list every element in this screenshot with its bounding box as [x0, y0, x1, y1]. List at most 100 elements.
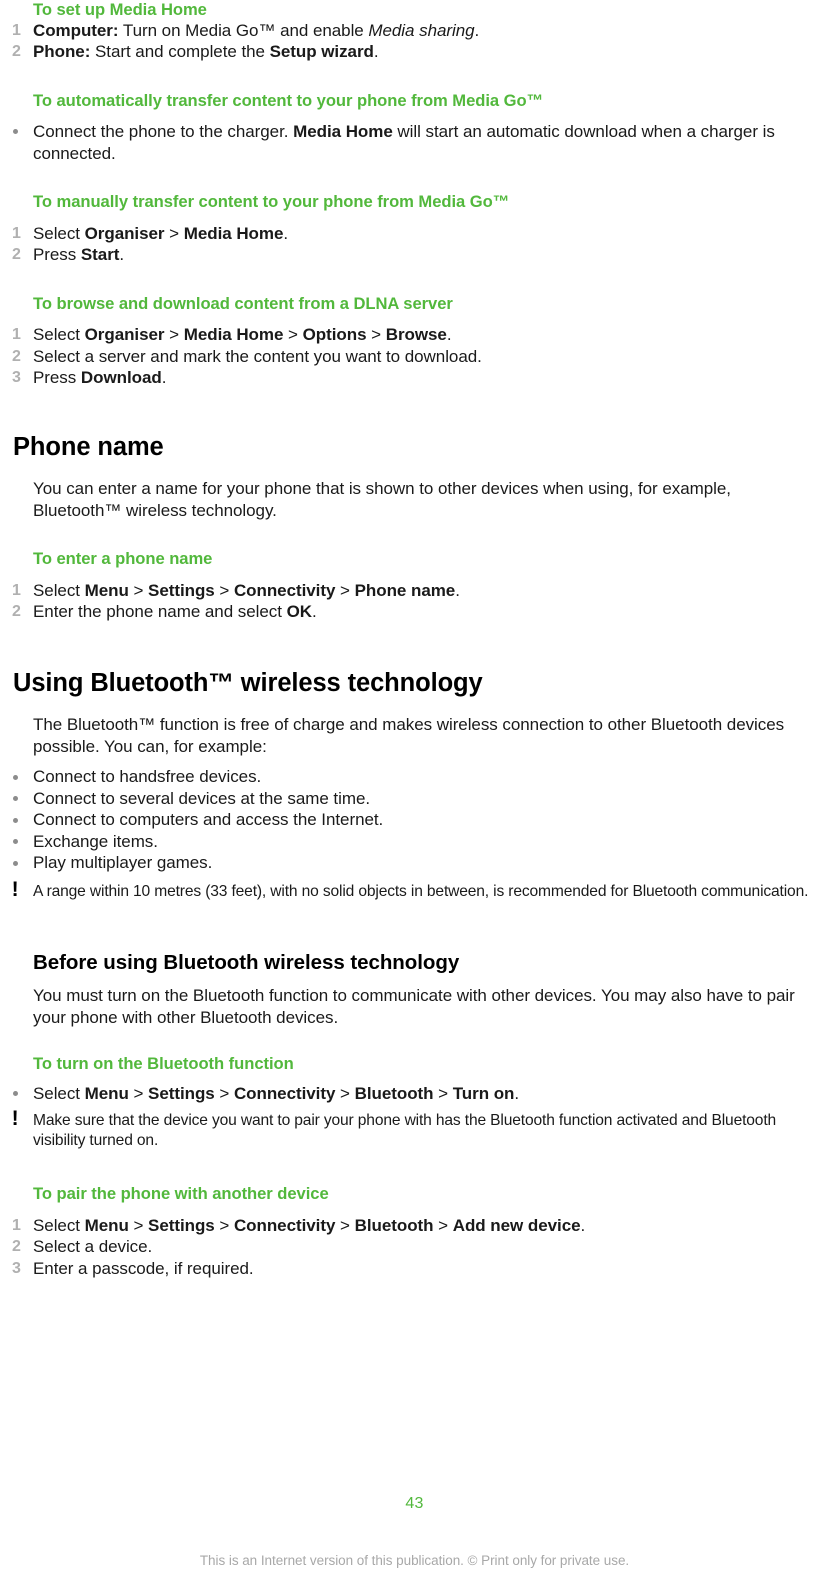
- bullet-icon: [13, 121, 27, 143]
- exclamation-icon: !: [11, 877, 19, 901]
- step-text: Select: [33, 1215, 85, 1235]
- step-text: Enter the phone name and select: [33, 602, 287, 622]
- paragraph-using-bluetooth-intro: The Bluetooth™ function is free of charg…: [33, 715, 785, 756]
- menu-path-separator: >: [214, 1215, 234, 1235]
- step-number: 3: [12, 1259, 21, 1277]
- menu-path-separator: >: [283, 325, 303, 345]
- list-bluetooth-capabilities: Connect to handsfree devices. Connect to…: [0, 766, 829, 874]
- step-number: 2: [12, 347, 21, 365]
- heading-manual-transfer: To manually transfer content to your pho…: [33, 192, 510, 212]
- step-text: Select: [33, 325, 85, 345]
- step-tail: .: [474, 20, 480, 40]
- bullet-icon: [13, 766, 27, 788]
- step-text: Select a server and mark the content you…: [33, 346, 482, 366]
- step-number: 1: [12, 326, 21, 344]
- step-number: 2: [12, 43, 21, 61]
- bullet-icon: [13, 831, 27, 853]
- step-number: 1: [12, 224, 21, 242]
- step-text: Press: [33, 245, 81, 265]
- bullet-icon: [13, 852, 27, 874]
- step-number: 3: [12, 369, 21, 387]
- heading-to-set-up-media-home: To set up Media Home: [33, 0, 207, 19]
- menu-path-item: Turn on: [452, 1083, 515, 1103]
- menu-path-item: Add new device: [452, 1215, 581, 1235]
- section-title-phone-name: Phone name: [13, 432, 164, 461]
- step-tail: .: [580, 1215, 586, 1235]
- step-number: 1: [12, 581, 21, 599]
- list-item: Connect to handsfree devices.: [0, 766, 829, 788]
- bullet-icon: [13, 809, 27, 831]
- step-item: 2 Press Start.: [0, 244, 829, 266]
- list-auto-transfer: Connect the phone to the charger. Media …: [0, 121, 829, 164]
- note-bluetooth-pairing: ! Make sure that the device you want to …: [0, 1107, 829, 1150]
- paragraph-phone-name-intro: You can enter a name for your phone that…: [33, 479, 731, 520]
- step-text: Select: [33, 580, 85, 600]
- heading-to-enter-a-phone-name: To enter a phone name: [33, 549, 213, 569]
- menu-path-separator: >: [164, 325, 184, 345]
- menu-path-separator: >: [128, 580, 149, 600]
- paragraph-before-using-bluetooth-intro: You must turn on the Bluetooth function …: [33, 986, 795, 1027]
- menu-path-item: Organiser: [84, 325, 165, 345]
- step-item: 1 Select Menu > Settings > Connectivity …: [0, 1215, 829, 1237]
- heading-dlna-browse: To browse and download content from a DL…: [33, 293, 453, 313]
- step-item: 3 Press Download.: [0, 367, 829, 389]
- bullet-icon: [13, 788, 27, 810]
- menu-path-separator: >: [214, 580, 234, 600]
- exclamation-icon: !: [11, 1107, 19, 1131]
- note-text: Make sure that the device you want to pa…: [33, 1112, 777, 1149]
- step-item: 1 Select Menu > Settings > Connectivity …: [0, 580, 829, 602]
- step-tail: .: [446, 325, 452, 345]
- page-content: To set up Media Home 1 Computer: Turn on…: [0, 0, 829, 1279]
- menu-path-item: Browse: [385, 325, 447, 345]
- step-text: Select: [33, 223, 85, 243]
- step-tail: .: [455, 580, 460, 600]
- menu-path-separator: >: [128, 1215, 149, 1235]
- list-item: Connect the phone to the charger. Media …: [0, 121, 829, 164]
- menu-path-item: OK: [286, 602, 312, 622]
- note-text: A range within 10 metres (33 feet), with…: [33, 882, 809, 900]
- menu-path-item: Connectivity: [233, 1215, 336, 1235]
- menu-path-item: Download: [80, 368, 162, 388]
- step-item: 1 Select Organiser > Media Home > Option…: [0, 324, 829, 346]
- menu-path-item: Menu: [84, 1083, 129, 1103]
- list-item: Exchange items.: [0, 831, 829, 853]
- menu-path-item: Settings: [148, 1083, 215, 1103]
- menu-path-separator: >: [433, 1215, 453, 1235]
- menu-path-separator: >: [128, 1083, 149, 1103]
- list-item: Play multiplayer games.: [0, 852, 829, 874]
- menu-path-item: Phone name: [354, 580, 456, 600]
- step-number: 2: [12, 246, 21, 264]
- step-text: Press: [33, 368, 81, 388]
- note-bluetooth-range: ! A range within 10 metres (33 feet), wi…: [0, 877, 829, 902]
- step-tail: .: [119, 245, 125, 265]
- steps-dlna-browse: 1 Select Organiser > Media Home > Option…: [0, 324, 829, 389]
- step-item: 1 Select Organiser > Media Home.: [0, 223, 829, 245]
- step-tail: .: [161, 368, 167, 388]
- menu-path-separator: >: [335, 580, 355, 600]
- step-number: 2: [12, 603, 21, 621]
- step-text: Turn on Media Go™ and enable: [118, 20, 369, 40]
- list-item-text: Select: [33, 1083, 85, 1103]
- step-number: 1: [12, 21, 21, 39]
- menu-path-item: Bluetooth: [354, 1215, 434, 1235]
- menu-path-item: Settings: [148, 1215, 215, 1235]
- bullet-icon: [13, 1083, 27, 1105]
- step-number: 1: [12, 1216, 21, 1234]
- menu-path-separator: >: [366, 325, 386, 345]
- step-emphasis: Setup wizard: [269, 42, 374, 62]
- steps-pair-device: 1 Select Menu > Settings > Connectivity …: [0, 1215, 829, 1280]
- menu-path-separator: >: [335, 1083, 355, 1103]
- list-item-text: Play multiplayer games.: [33, 853, 213, 873]
- list-turn-on-bluetooth: Select Menu > Settings > Connectivity > …: [0, 1083, 829, 1105]
- menu-path-separator: >: [214, 1083, 234, 1103]
- step-emphasis: Media sharing: [368, 20, 475, 40]
- heading-auto-transfer: To automatically transfer content to you…: [33, 90, 544, 110]
- step-tail: .: [373, 42, 379, 62]
- step-lead-label: Phone:: [33, 42, 91, 62]
- menu-path-separator: >: [164, 223, 184, 243]
- step-lead-label: Computer:: [33, 20, 119, 40]
- menu-path-item: Menu: [84, 1215, 129, 1235]
- menu-path-item: Settings: [148, 580, 215, 600]
- list-item: Connect to several devices at the same t…: [0, 788, 829, 810]
- list-item-text: Connect to several devices at the same t…: [33, 788, 371, 808]
